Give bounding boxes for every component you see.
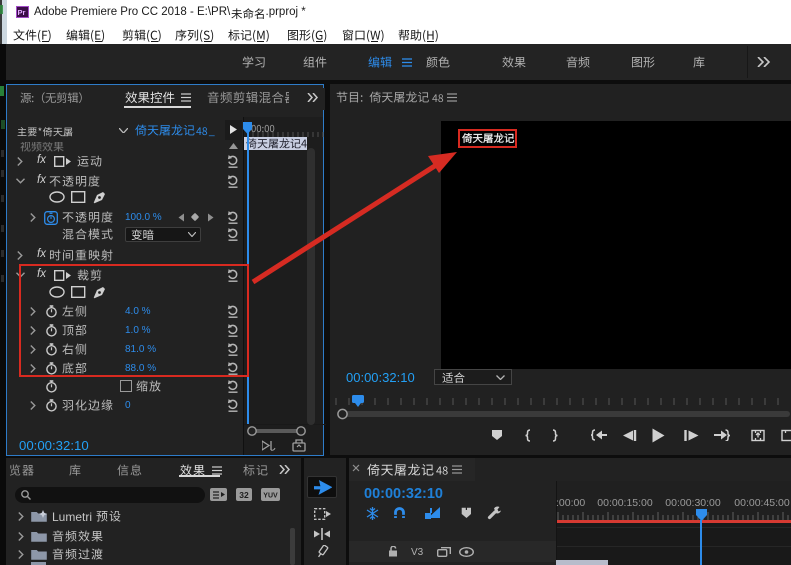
svg-text:YUV: YUV [263, 493, 278, 500]
svg-text:32: 32 [239, 490, 249, 500]
